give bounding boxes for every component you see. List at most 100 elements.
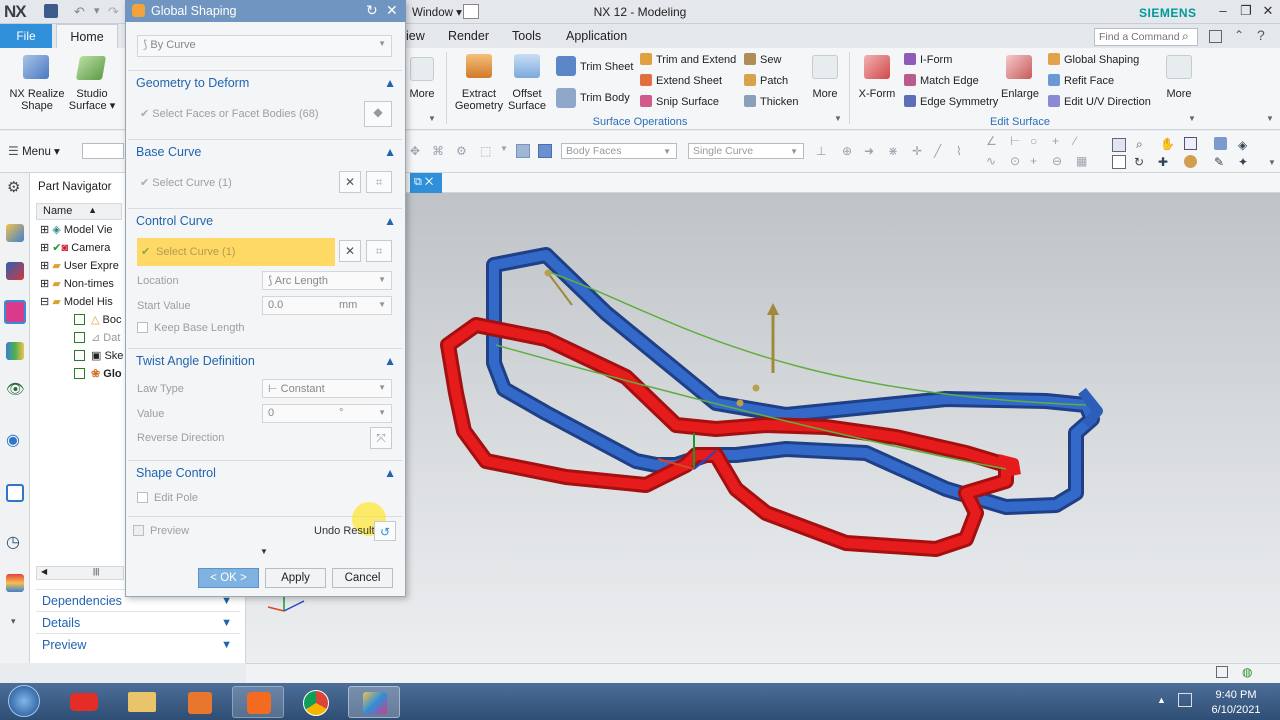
tab-tools[interactable]: Tools (512, 29, 541, 43)
tab-render[interactable]: Render (448, 29, 489, 43)
sketch-section-button-2[interactable]: ⌗ (366, 240, 392, 262)
visibility-checkbox[interactable] (74, 350, 85, 361)
offset-surface-button[interactable]: Offset Surface (504, 88, 550, 112)
snap-intersection-icon[interactable]: ⊥ (816, 144, 828, 158)
expand-more-icon[interactable]: ▼ (260, 547, 268, 556)
fullscreen-icon[interactable] (1216, 666, 1228, 678)
part-navigator-icon[interactable] (4, 300, 26, 324)
menu-button[interactable]: ☰ Menu ▾ (8, 144, 60, 158)
select-body-icon[interactable]: ⚙ (456, 144, 468, 158)
snap-plus-icon[interactable]: + (1052, 134, 1064, 148)
snap-wave-icon[interactable]: ∿ (986, 154, 998, 168)
zoom-icon[interactable]: ⌕ (1136, 137, 1143, 152)
xform-icon[interactable] (864, 55, 890, 79)
start-button[interactable] (8, 685, 40, 717)
iform-button[interactable]: I-Form (904, 52, 952, 68)
network-icon[interactable] (1178, 693, 1192, 707)
rotate-icon[interactable]: ↻ (1134, 155, 1144, 169)
extract-geometry-icon[interactable] (466, 54, 492, 78)
section-control-curve[interactable]: Control Curve ▲ (128, 208, 402, 232)
chevron-down-icon[interactable]: ▼ (834, 114, 842, 123)
cube-select-icon[interactable] (516, 144, 530, 158)
snap-angle-icon[interactable]: ∠ (986, 134, 998, 148)
law-type-dropdown[interactable]: ⊢ Constant ▼ (262, 379, 392, 398)
display-icon[interactable]: ✦ (1238, 155, 1248, 169)
edit-pole-checkbox[interactable] (137, 492, 148, 503)
reverse-direction-button[interactable]: ⤧ (370, 427, 392, 449)
patch-button[interactable]: Patch (744, 73, 788, 89)
realize-shape-button[interactable]: NX Realize Shape (8, 88, 66, 112)
trim-sheet-icon[interactable] (556, 56, 576, 76)
trim-sheet-button[interactable]: Trim Sheet (580, 59, 633, 75)
xform-button[interactable]: X-Form (856, 88, 898, 100)
solid-body-icon[interactable] (538, 144, 552, 158)
taskbar-youtube[interactable] (58, 686, 110, 718)
select-feature-icon[interactable]: ⌘ (432, 144, 444, 158)
clock-icon[interactable]: ◷ (6, 532, 20, 552)
reuse-library-icon[interactable] (6, 342, 24, 360)
tree-item-cameras[interactable]: ⊞ ✔◙ Camera (36, 239, 124, 257)
details-section[interactable]: Details ▼ (36, 611, 240, 633)
start-value-input[interactable]: 0.0 mm ▼ (262, 296, 392, 315)
search-icon[interactable]: ⌕ (1182, 29, 1189, 44)
edit-uv-button[interactable]: Edit U/V Direction (1048, 94, 1151, 110)
thicken-button[interactable]: Thicken (744, 94, 799, 110)
snip-surface-button[interactable]: Snip Surface (640, 94, 719, 110)
edit-pole-row[interactable]: Edit Pole (137, 492, 198, 504)
taskbar-nx[interactable] (348, 686, 400, 718)
close-window-button[interactable]: ✕ (1258, 3, 1278, 21)
realize-shape-icon[interactable] (23, 55, 49, 79)
reset-icon[interactable]: ↻ (366, 2, 378, 19)
refit-face-button[interactable]: Refit Face (1048, 73, 1114, 89)
apply-button[interactable]: Apply (265, 568, 326, 588)
ok-button[interactable]: < OK > (198, 568, 259, 588)
edit-view-icon[interactable]: ✎ (1214, 155, 1224, 169)
match-edge-button[interactable]: Match Edge (904, 73, 979, 89)
view-orient-icon[interactable] (1112, 155, 1126, 169)
edge-symmetry-button[interactable]: Edge Symmetry (904, 94, 998, 110)
curve-rule-button[interactable]: ✕ (339, 171, 361, 193)
maximize-button[interactable]: ❐ (1236, 3, 1256, 21)
snap-tangent-icon[interactable]: ⊖ (1052, 154, 1064, 168)
snap-pin-icon[interactable]: ⊕ (842, 144, 854, 158)
render-style-icon[interactable] (1184, 137, 1197, 150)
tab-file[interactable]: File (0, 24, 52, 48)
lighting-icon[interactable] (1184, 155, 1197, 168)
select-faces-row[interactable]: ✔ Select Faces or Facet Bodies (68) (140, 107, 319, 120)
sketch-section-button[interactable]: ⌗ (366, 171, 392, 193)
more-button-2[interactable]: More (808, 88, 842, 100)
taskbar-chrome[interactable] (290, 686, 342, 718)
constraint-navigator-icon[interactable] (6, 262, 24, 280)
taskbar-explorer[interactable] (116, 686, 168, 718)
trim-extend-button[interactable]: Trim and Extend (640, 52, 736, 68)
window-layout-icon[interactable] (463, 4, 479, 19)
extend-sheet-button[interactable]: Extend Sheet (640, 73, 722, 89)
tree-item-datum[interactable]: ⊿ Dat (36, 329, 124, 347)
keep-base-length-row[interactable]: Keep Base Length (137, 322, 245, 334)
type-dropdown[interactable]: ⟆ By Curve ▼ (137, 35, 392, 57)
more-icon[interactable] (812, 55, 838, 79)
preview-row[interactable]: Preview (133, 525, 189, 537)
tree-item-model-views[interactable]: ⊞ ◈ Model Vie (36, 221, 124, 239)
more-icon[interactable] (1166, 55, 1192, 79)
snap-pattern-icon[interactable]: ⋇ (888, 144, 900, 158)
visual-reporting-icon[interactable]: 👁 (6, 380, 25, 398)
enlarge-button[interactable]: Enlarge (998, 88, 1042, 100)
trim-body-button[interactable]: Trim Body (580, 90, 630, 106)
settings-gear-icon[interactable]: ⚙ (7, 178, 20, 196)
tree-item-user-expressions[interactable]: ⊞ ▰ User Expre (36, 257, 124, 275)
taskbar-recorder[interactable] (232, 686, 284, 718)
fit-view-icon[interactable] (1112, 138, 1126, 152)
undo-result-button[interactable]: ↺ (374, 521, 396, 541)
face-rule-dropdown[interactable]: Body Faces ▼ (561, 143, 677, 159)
snap-icon[interactable]: ✥ (410, 144, 422, 158)
tab-application[interactable]: Application (566, 29, 627, 43)
snap-grid-icon[interactable]: ▦ (1076, 154, 1088, 168)
chevron-up-icon[interactable]: ⌃ (1234, 28, 1244, 42)
clock[interactable]: 9:40 PM 6/10/2021 (1200, 688, 1272, 718)
snap-cross-icon[interactable]: ✛ (912, 144, 924, 158)
tree-item-model-history[interactable]: ⊟ ▰ Model His (36, 293, 124, 311)
offset-surface-icon[interactable] (514, 54, 540, 78)
studio-surface-icon[interactable] (75, 56, 107, 80)
section-shape-control[interactable]: Shape Control ▲ (128, 460, 402, 484)
